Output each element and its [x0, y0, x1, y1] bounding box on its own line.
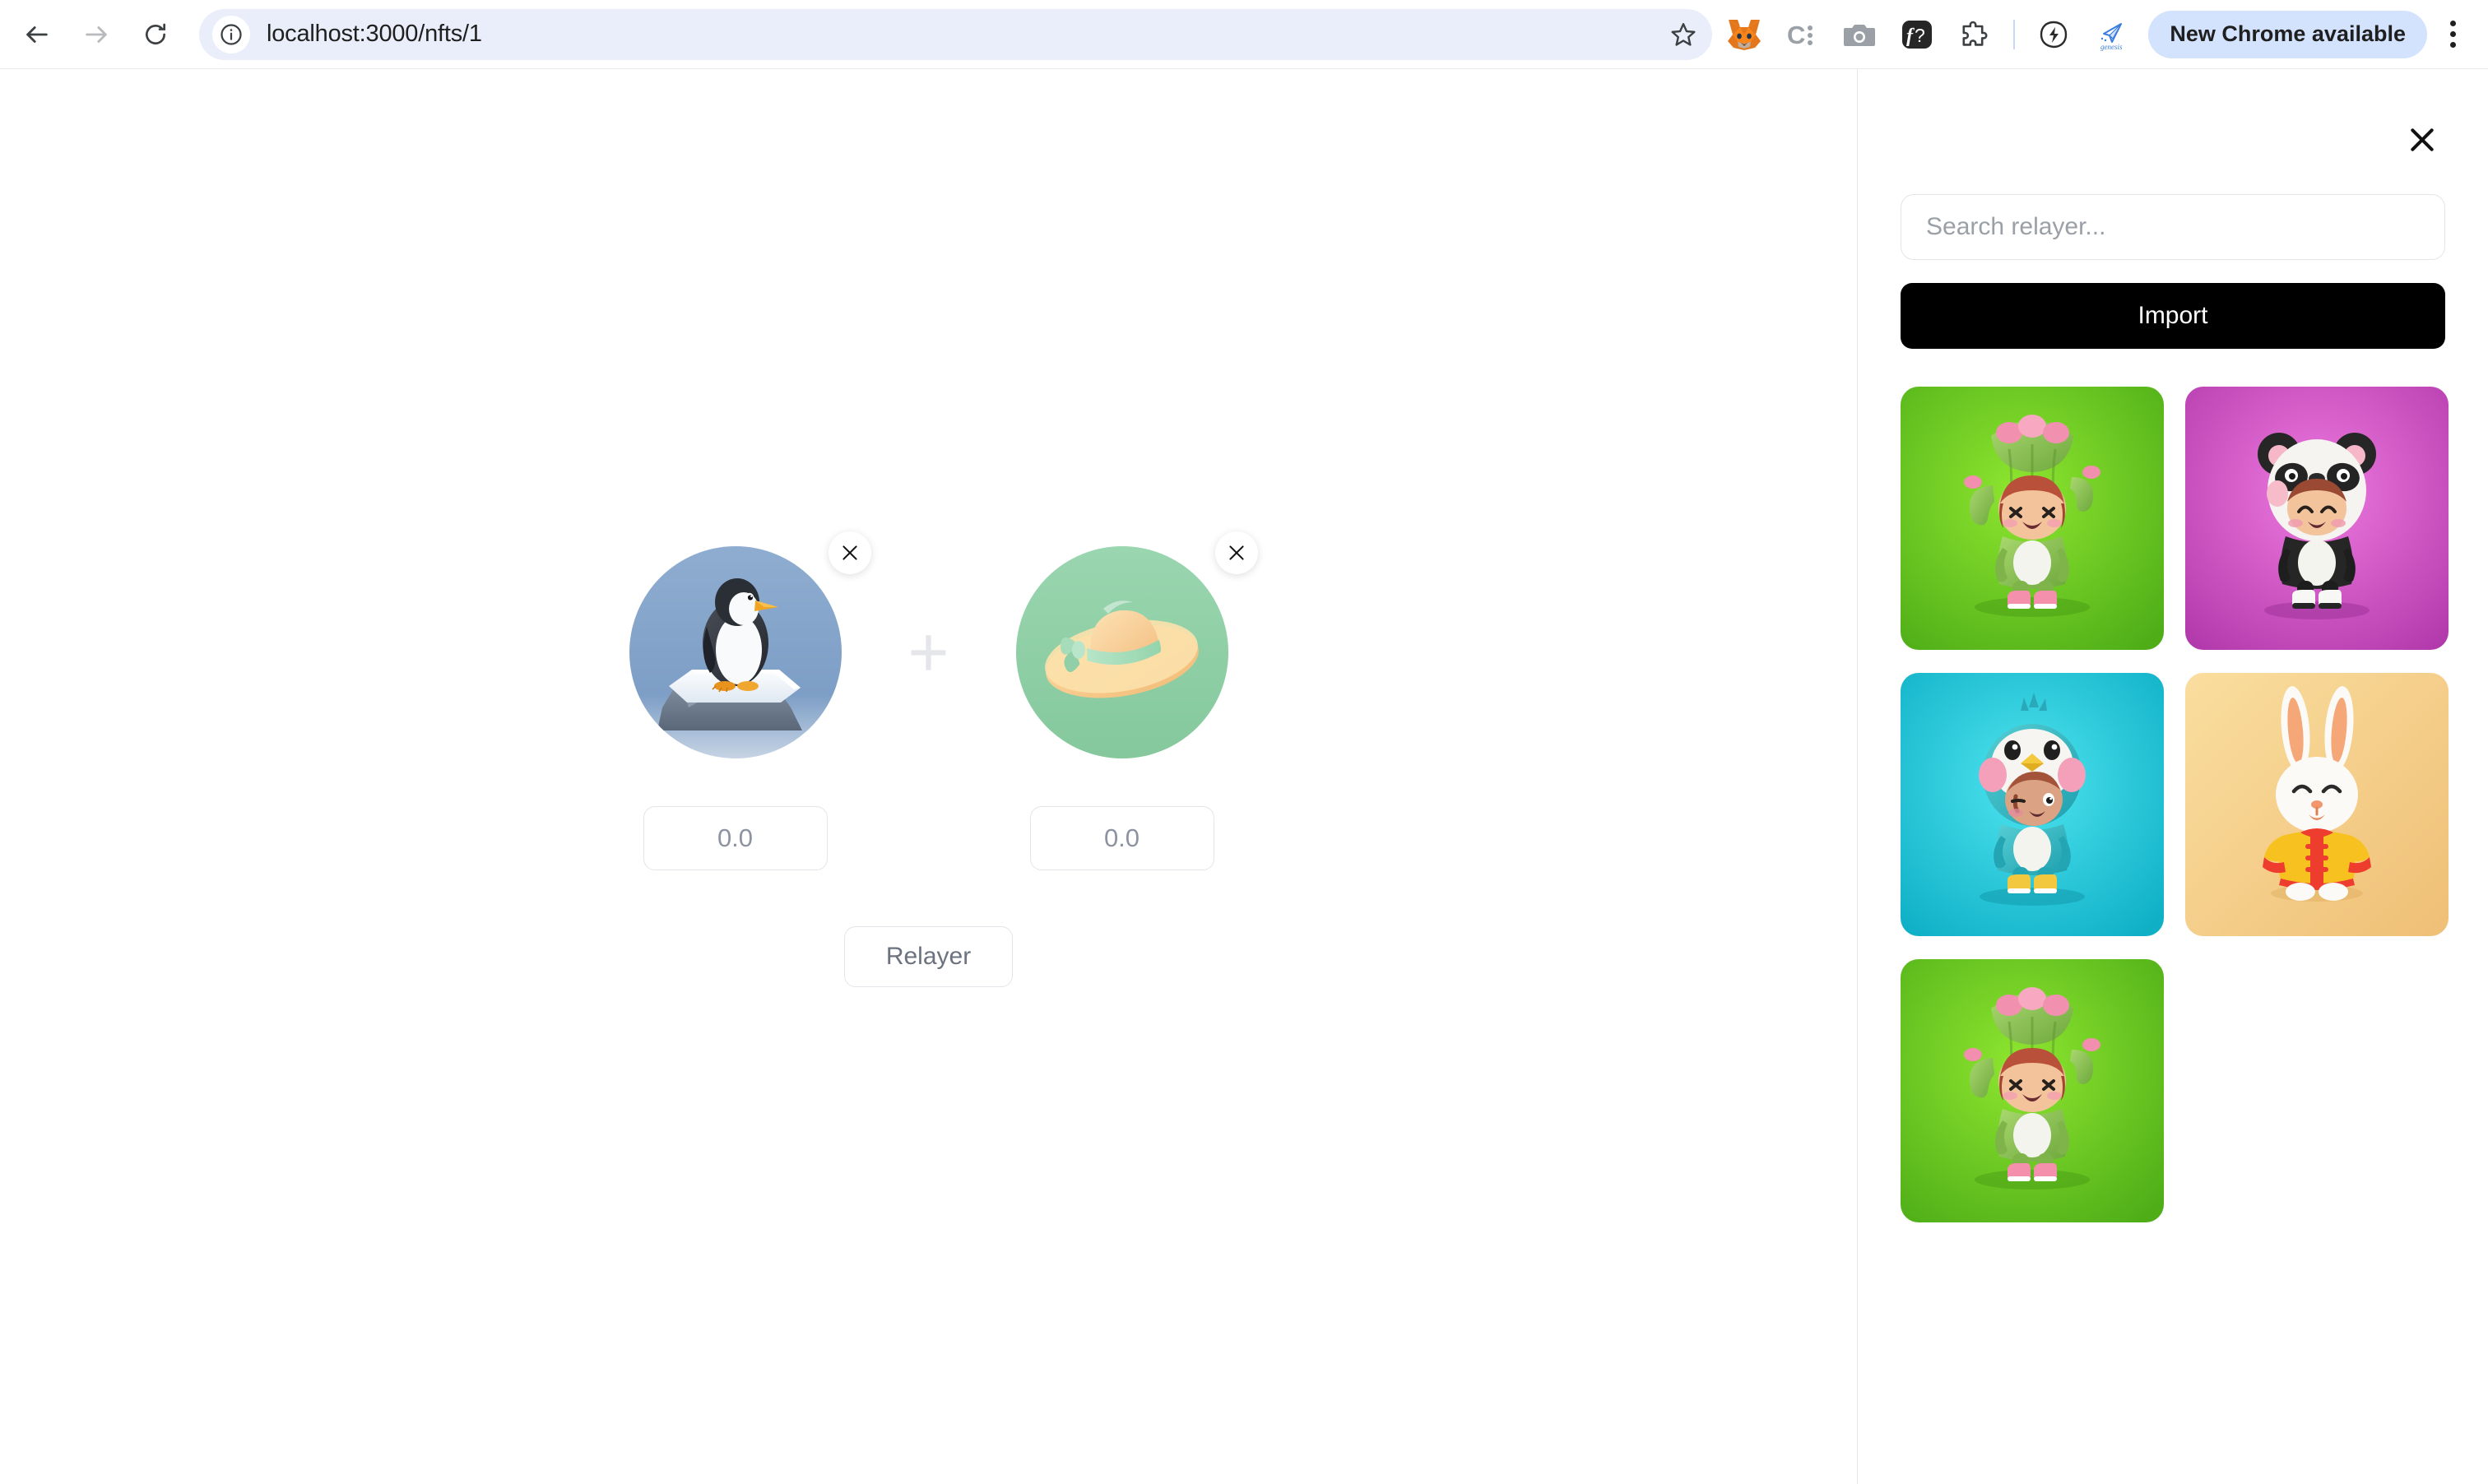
- penguin-artwork: [629, 546, 842, 758]
- bookmark-button[interactable]: [1661, 12, 1706, 57]
- relayer-side-panel: Import: [1857, 69, 2488, 1484]
- panel-close-button[interactable]: [2402, 120, 2442, 160]
- kebab-dot: [2449, 42, 2456, 48]
- chrome-update-label: New Chrome available: [2170, 21, 2406, 46]
- hat-nft[interactable]: [1015, 546, 1228, 758]
- coinbase-wallet-icon[interactable]: C: [1773, 6, 1831, 63]
- nft-card-bird[interactable]: [1901, 673, 2164, 936]
- close-icon: [1228, 545, 1244, 560]
- c-colon-glyph: C: [1787, 21, 1813, 49]
- page-body: +: [0, 69, 2488, 1484]
- penguin-nft-wrap: [629, 531, 871, 758]
- forward-button[interactable]: [71, 9, 122, 60]
- f-question-glyph: f ?: [1902, 20, 1933, 49]
- extension-toolbar: C f ? genesis New Chrome available: [1715, 6, 2488, 63]
- kebab-dot: [2449, 31, 2456, 37]
- lightning-leaf-icon[interactable]: [2025, 6, 2082, 63]
- cactus-kid-artwork: [1901, 387, 2164, 650]
- svg-text:?: ?: [1915, 25, 1925, 46]
- remove-penguin-button[interactable]: [828, 531, 871, 574]
- token-slot-hat: [986, 531, 1258, 870]
- main-content: +: [0, 69, 1857, 1484]
- bird-kid-artwork: [1901, 673, 2164, 936]
- plus-separator: +: [907, 613, 949, 692]
- star-icon: [1671, 22, 1696, 46]
- nft-card-panda[interactable]: [2185, 387, 2449, 650]
- forward-arrow-icon: [86, 26, 107, 43]
- penguin-nft[interactable]: [629, 546, 842, 758]
- genesis-icon[interactable]: genesis: [2082, 6, 2140, 63]
- panel-header: [1901, 69, 2445, 160]
- nft-grid: [1901, 387, 2449, 1222]
- hat-nft-wrap: [1015, 531, 1258, 758]
- search-relayer-input[interactable]: [1901, 194, 2445, 260]
- chrome-update-button[interactable]: New Chrome available: [2148, 10, 2427, 58]
- camera-icon[interactable]: [1831, 6, 1888, 63]
- svg-text:C: C: [1787, 21, 1805, 49]
- extensions-puzzle-glyph: [1962, 21, 1988, 46]
- kebab-dot: [2449, 21, 2456, 26]
- metamask-icon[interactable]: [1715, 6, 1773, 63]
- reload-button[interactable]: [130, 9, 181, 60]
- chrome-menu-button[interactable]: [2427, 9, 2478, 60]
- bunny-artwork: [2185, 673, 2449, 936]
- panda-kid-artwork: [2185, 387, 2449, 650]
- puzzle-icon[interactable]: [1946, 6, 2003, 63]
- address-bar[interactable]: localhost:3000/nfts/1: [199, 8, 1713, 60]
- browser-toolbar: localhost:3000/nfts/1 C f ? genesis New …: [0, 0, 2488, 69]
- metamask-fox-glyph: [1728, 19, 1762, 50]
- cactus-kid-artwork-2: [1901, 959, 2164, 1222]
- swap-panel: +: [0, 531, 1857, 987]
- nft-card-cactus-1[interactable]: [1901, 387, 2164, 650]
- camera-glyph: [1844, 24, 1876, 46]
- hat-artwork: [1015, 546, 1228, 758]
- back-arrow-icon: [26, 26, 48, 43]
- formula-icon[interactable]: f ?: [1888, 6, 1946, 63]
- relayer-button[interactable]: Relayer: [843, 926, 1014, 987]
- close-icon: [842, 545, 857, 560]
- svg-text:genesis: genesis: [2100, 43, 2123, 51]
- lightning-leaf-glyph: [2040, 21, 2068, 48]
- url-text: localhost:3000/nfts/1: [267, 21, 482, 47]
- close-icon: [2411, 128, 2434, 151]
- site-info-button[interactable]: [212, 15, 250, 53]
- import-button[interactable]: Import: [1901, 283, 2445, 349]
- info-icon: [220, 23, 242, 45]
- nft-card-bunny[interactable]: [2185, 673, 2449, 936]
- hat-amount-input[interactable]: [1029, 806, 1214, 870]
- penguin-amount-input[interactable]: [643, 806, 828, 870]
- browser-nav-group: [12, 9, 181, 60]
- token-row: +: [600, 531, 1258, 870]
- paper-plane-genesis-glyph: genesis: [2100, 22, 2123, 51]
- remove-hat-button[interactable]: [1214, 531, 1258, 574]
- nft-card-cactus-2[interactable]: [1901, 959, 2164, 1222]
- toolbar-divider: [2013, 19, 2016, 49]
- token-slot-penguin: [600, 531, 871, 870]
- reload-icon: [146, 23, 165, 44]
- back-button[interactable]: [12, 9, 63, 60]
